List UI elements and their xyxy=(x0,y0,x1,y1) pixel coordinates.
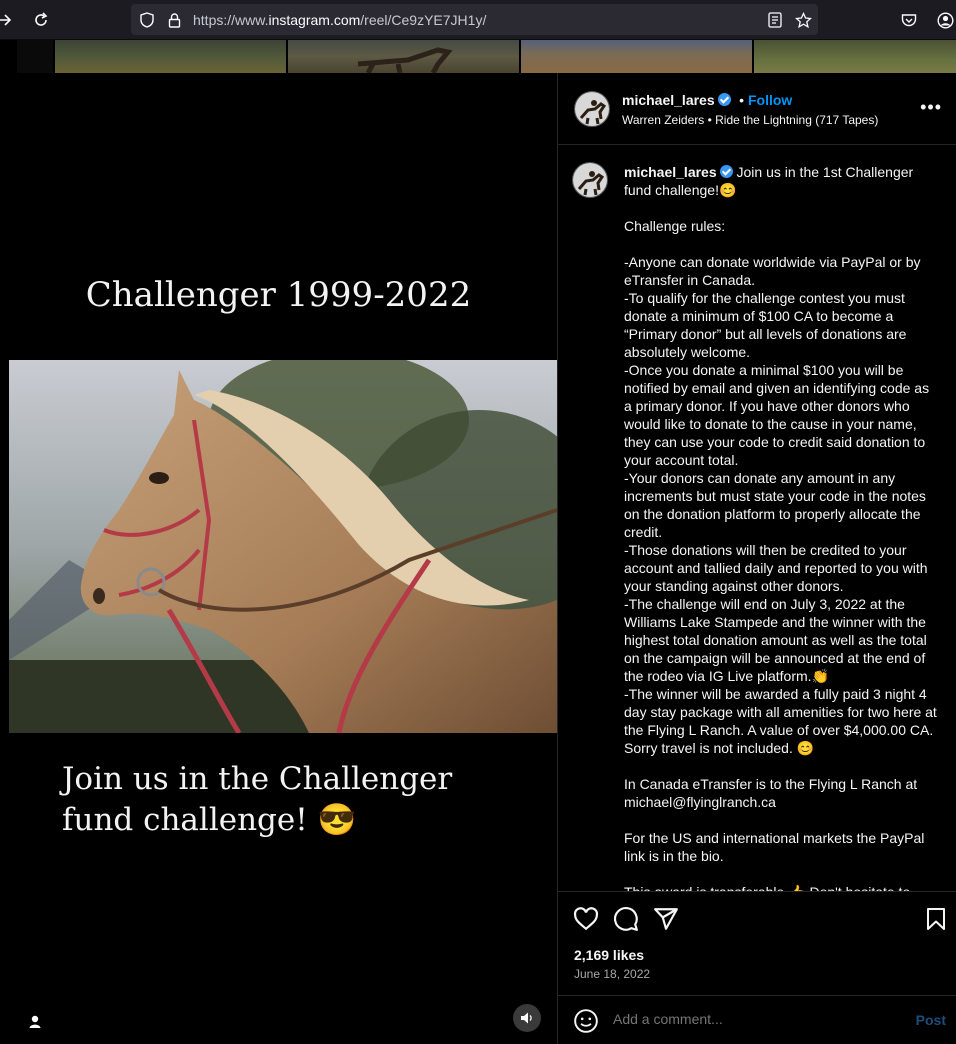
reader-view-icon[interactable] xyxy=(763,8,787,32)
post-panel: michael_lares • Follow Warren Zeiders • R… xyxy=(558,73,956,1044)
avatar[interactable] xyxy=(574,91,610,127)
reel-thumbnail-strip xyxy=(0,40,956,75)
audio-credit[interactable]: Warren Zeiders • Ride the Lightning (717… xyxy=(622,113,878,127)
reel-caption: Join us in the Challenger fund challenge… xyxy=(62,761,453,838)
username[interactable]: michael_lares xyxy=(622,92,715,108)
reel-title: Challenger 1999-2022 xyxy=(85,275,472,315)
lock-icon[interactable] xyxy=(162,8,186,32)
verified-badge-icon xyxy=(717,93,731,106)
separator-dot: • xyxy=(739,92,744,108)
audio-icon[interactable] xyxy=(513,1004,541,1032)
comments-scroll[interactable]: michael_lares Join us in the 1st Challen… xyxy=(558,146,956,891)
person-icon[interactable] xyxy=(26,1013,44,1031)
pocket-icon[interactable] xyxy=(897,8,921,32)
thumbnail[interactable] xyxy=(754,40,956,73)
likes-count[interactable]: 2,169 likes xyxy=(574,947,644,963)
comment-icon[interactable] xyxy=(613,906,639,932)
account-icon[interactable] xyxy=(933,8,956,32)
avatar[interactable] xyxy=(572,162,608,198)
reload-icon[interactable] xyxy=(29,8,53,32)
add-comment-bar: Post xyxy=(558,995,956,1044)
horse-photo xyxy=(9,360,557,733)
post-header: michael_lares • Follow Warren Zeiders • R… xyxy=(558,73,956,145)
header-user-line: michael_lares • Follow xyxy=(622,92,792,110)
caption-body: Challenge rules: -Anyone can donate worl… xyxy=(624,218,937,891)
post-caption: michael_lares Join us in the 1st Challen… xyxy=(624,163,940,891)
url-bar[interactable]: https://www.instagram.com/reel/Ce9zYE7JH… xyxy=(131,4,818,35)
more-options-icon[interactable]: ••• xyxy=(920,97,942,118)
thumbnail[interactable] xyxy=(55,40,286,73)
shield-icon[interactable] xyxy=(135,8,159,32)
post-actions: 2,169 likes June 18, 2022 xyxy=(558,891,956,994)
reel-video[interactable]: Challenger 1999-2022 Join us in the Chal… xyxy=(0,73,557,1044)
back-arrow-icon[interactable] xyxy=(0,8,16,32)
thumbnail[interactable] xyxy=(288,40,519,75)
heart-icon[interactable] xyxy=(573,906,599,932)
verified-badge-icon xyxy=(719,165,733,178)
username[interactable]: michael_lares xyxy=(624,164,717,180)
thumbnail[interactable] xyxy=(521,40,752,73)
url-text[interactable]: https://www.instagram.com/reel/Ce9zYE7JH… xyxy=(193,12,486,28)
post-comment-button[interactable]: Post xyxy=(916,1012,946,1028)
comment-input[interactable] xyxy=(613,1011,893,1027)
share-icon[interactable] xyxy=(653,906,679,932)
save-icon[interactable] xyxy=(924,906,950,932)
emoji-icon[interactable] xyxy=(573,1008,599,1034)
post-date[interactable]: June 18, 2022 xyxy=(574,967,650,981)
bookmark-star-icon[interactable] xyxy=(791,8,815,32)
browser-toolbar: https://www.instagram.com/reel/Ce9zYE7JH… xyxy=(0,0,956,40)
thumbnail[interactable] xyxy=(17,40,53,73)
follow-button[interactable]: Follow xyxy=(748,92,792,108)
